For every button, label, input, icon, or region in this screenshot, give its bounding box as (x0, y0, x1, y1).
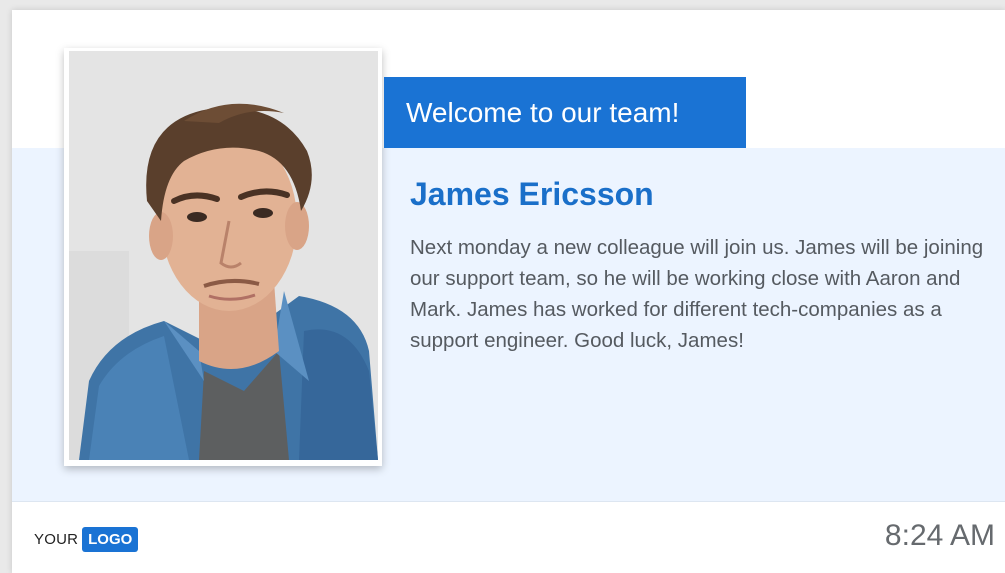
logo-prefix: YOUR (34, 530, 79, 548)
employee-photo-card (64, 48, 382, 466)
clock-time: 8:24 AM (884, 519, 995, 552)
signage-screen: Welcome to our team! James Ericsson Next… (12, 10, 1005, 573)
employee-description: Next monday a new colleague will join us… (410, 236, 984, 352)
company-logo: YOUR LOGO (34, 526, 139, 552)
welcome-banner: Welcome to our team! (384, 77, 746, 148)
employee-photo (69, 51, 378, 460)
portrait-illustration (69, 51, 378, 460)
logo-badge: LOGO (82, 526, 139, 552)
footer-divider (12, 501, 1005, 502)
employee-name: James Ericsson (410, 176, 654, 212)
